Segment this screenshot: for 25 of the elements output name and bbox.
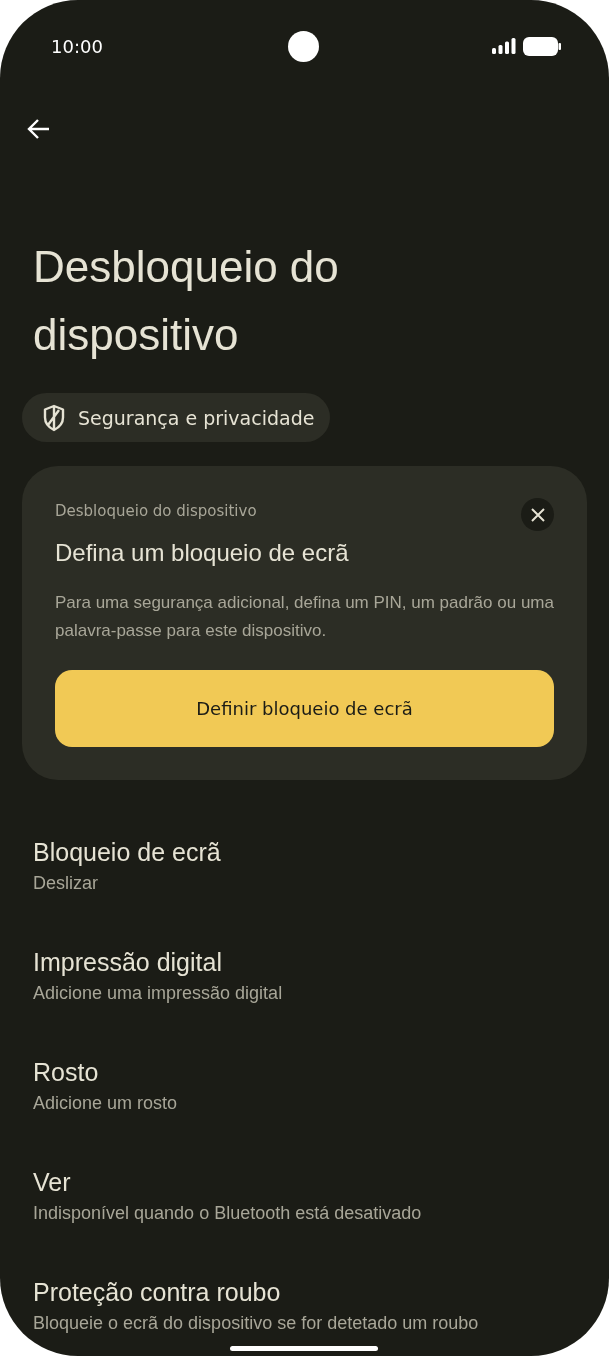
- card-body: Para uma segurança adicional, defina um PIN, um padrão ou uma palavra-passe para este dispositivo.: [55, 592, 554, 642]
- setting-title[interactable]: Bloqueio de ecrã: [33, 838, 609, 867]
- shield-icon: [42, 403, 66, 432]
- setting-subtitle: Indisponível quando o Bluetooth está desativado: [33, 1203, 423, 1224]
- card-eyebrow: Desbloqueio do dispositivo: [55, 502, 257, 520]
- close-icon: [530, 507, 545, 522]
- close-button[interactable]: [521, 498, 554, 531]
- setting-subtitle: Adicione uma impressão digital: [33, 983, 284, 1004]
- setting-title[interactable]: Ver: [33, 1168, 609, 1197]
- category-chip[interactable]: Segurança e privacidade: [22, 393, 331, 442]
- back-arrow-icon[interactable]: [27, 117, 51, 141]
- setting-subtitle: Bloqueie o ecrã do dispositivo se for detetado um roubo: [33, 1313, 480, 1334]
- chip-label: Segurança e privacidade: [78, 406, 315, 429]
- card-heading: Defina um bloqueio de ecrã: [55, 539, 350, 567]
- page-title: Desbloqueio do dispositivo: [33, 241, 340, 361]
- camera-dot-icon: [288, 31, 319, 62]
- setting-title[interactable]: Proteção contra roubo: [33, 1278, 609, 1307]
- set-lock-button[interactable]: Definir bloqueio de ecrã: [55, 670, 554, 747]
- status-time: 10:00: [51, 35, 103, 57]
- setting-subtitle: Deslizar: [33, 873, 99, 894]
- setting-title[interactable]: Impressão digital: [33, 948, 609, 977]
- setting-subtitle: Adicione um rosto: [33, 1093, 179, 1114]
- setting-title[interactable]: Rosto: [33, 1058, 609, 1087]
- battery-icon: [523, 36, 561, 56]
- signal-icon: [492, 38, 516, 54]
